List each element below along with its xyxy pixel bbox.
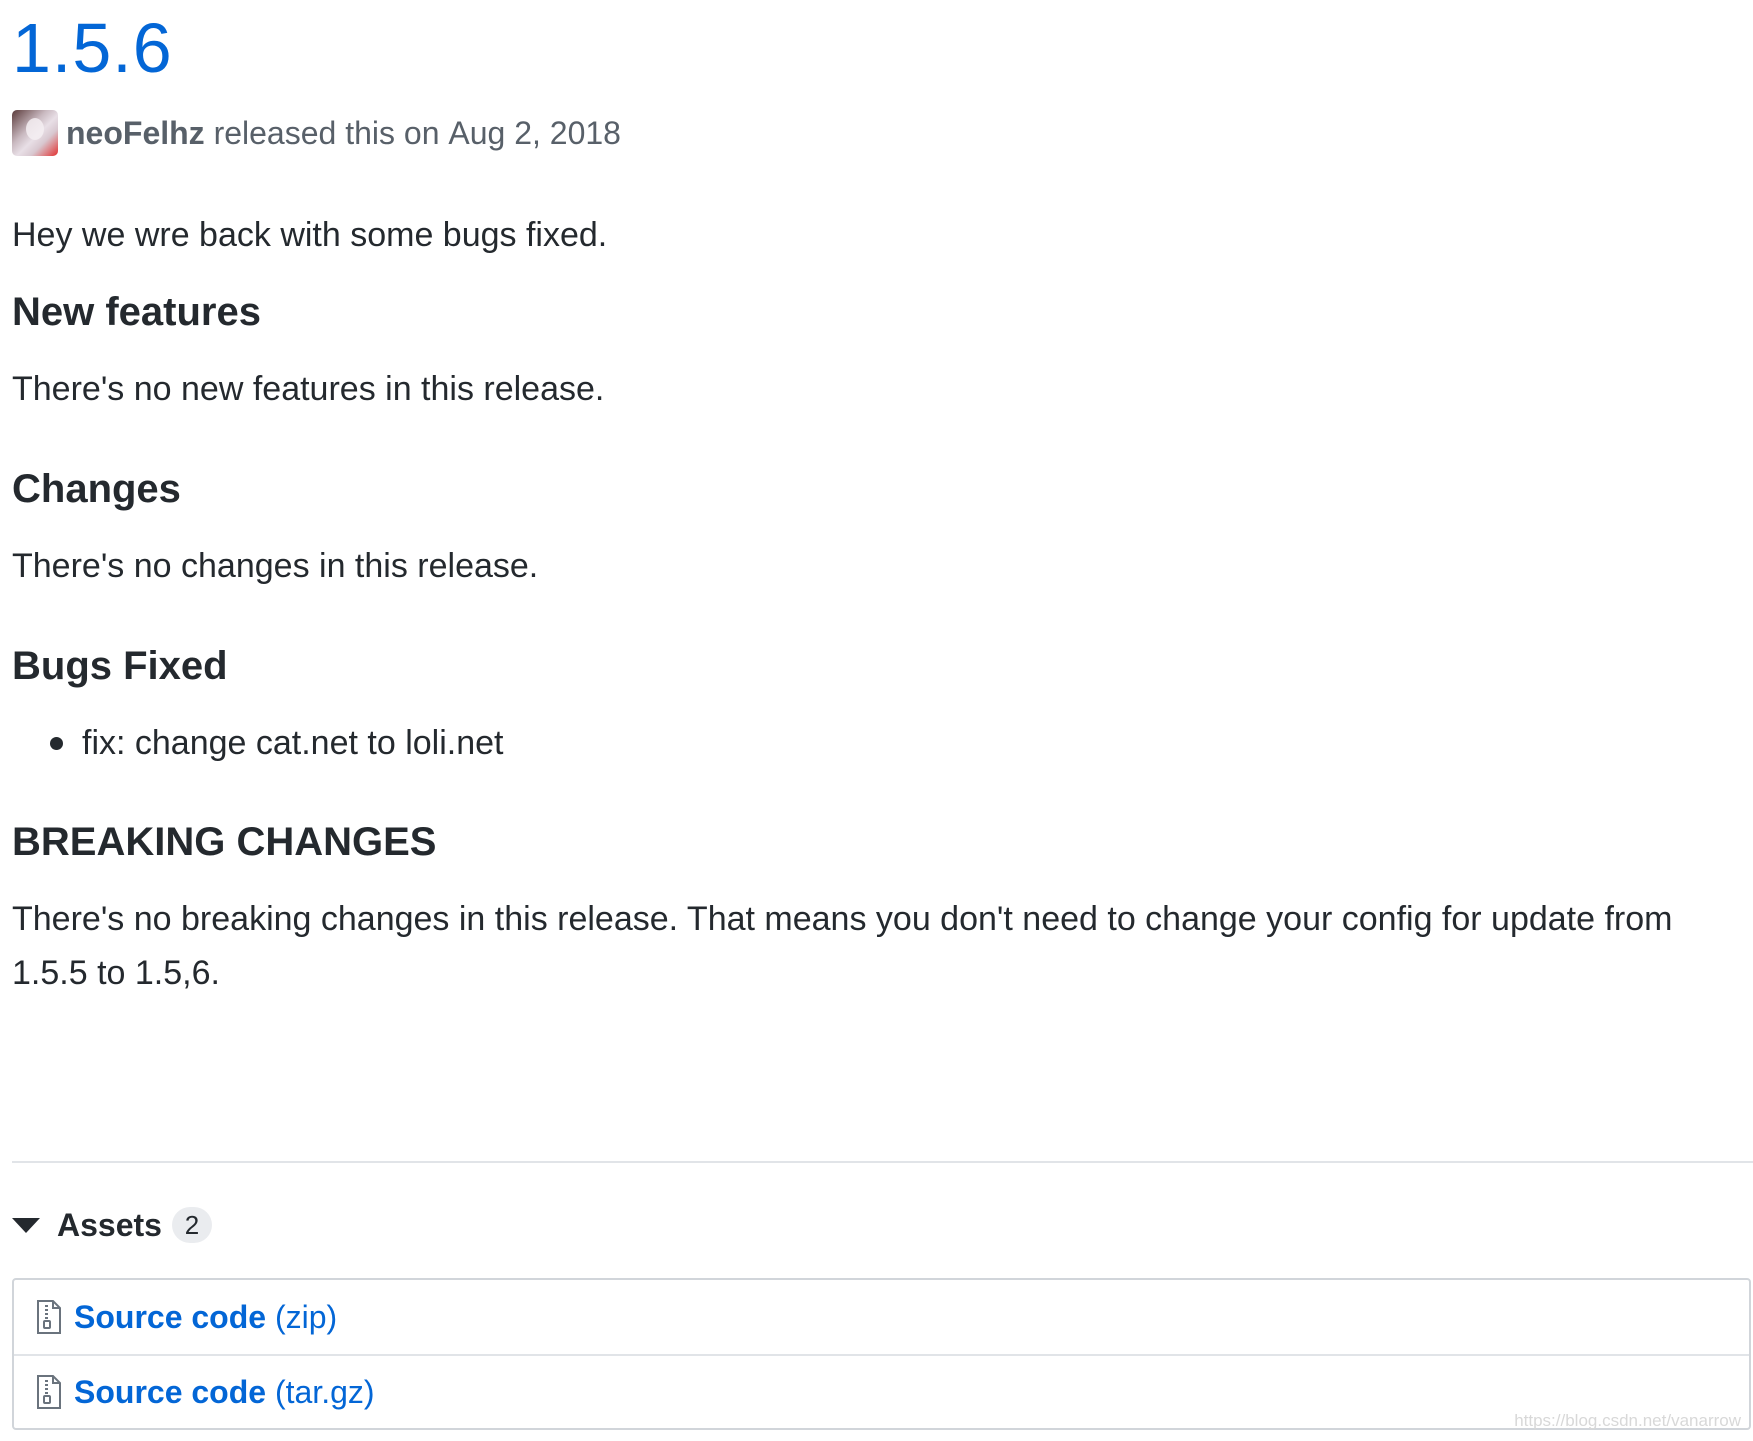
watermark: https://blog.csdn.net/vanarrow [1514,1411,1741,1430]
release-title-link[interactable]: 1.5.6 [12,6,173,90]
bullet-icon [50,737,63,750]
new-features-text: There's no new features in this release. [12,370,605,408]
assets-label: Assets [57,1206,162,1243]
heading-bugs-fixed: Bugs Fixed [12,644,228,688]
changes-text: There's no changes in this release. [12,547,539,585]
triangle-down-icon [12,1217,40,1233]
author-link[interactable]: neoFelhz [66,115,205,152]
file-zip-icon [37,1300,61,1334]
file-zip-icon [37,1375,61,1409]
divider [12,1161,1753,1163]
breaking-changes-text: There's no breaking changes in this rele… [12,900,1673,992]
release-date: Aug 2, 2018 [448,114,621,151]
asset-link-zip[interactable]: Source code (zip) [74,1299,337,1336]
release-intro: Hey we wre back with some bugs fixed. [12,216,608,254]
release-byline: neoFelhz released this on Aug 2, 2018 [12,110,621,156]
heading-breaking-changes: BREAKING CHANGES [12,820,437,864]
heading-new-features: New features [12,290,261,334]
author-avatar[interactable] [12,110,58,156]
asset-link-tar-gz[interactable]: Source code (tar.gz) [74,1374,375,1411]
assets-count-badge: 2 [171,1207,212,1243]
list-item: fix: change cat.net to loli.net [12,720,503,766]
bugs-fixed-list: fix: change cat.net to loli.net [12,720,503,766]
released-text: released this on [213,114,440,151]
bug-fix-text: fix: change cat.net to loli.net [82,724,504,762]
asset-row-tar-gz: Source code (tar.gz) [14,1354,1749,1428]
assets-list: Source code (zip) Source code (tar.gz) [12,1278,1751,1430]
asset-row-zip: Source code (zip) [14,1280,1749,1354]
assets-toggle[interactable]: Assets 2 [12,1200,212,1250]
heading-changes: Changes [12,467,181,511]
